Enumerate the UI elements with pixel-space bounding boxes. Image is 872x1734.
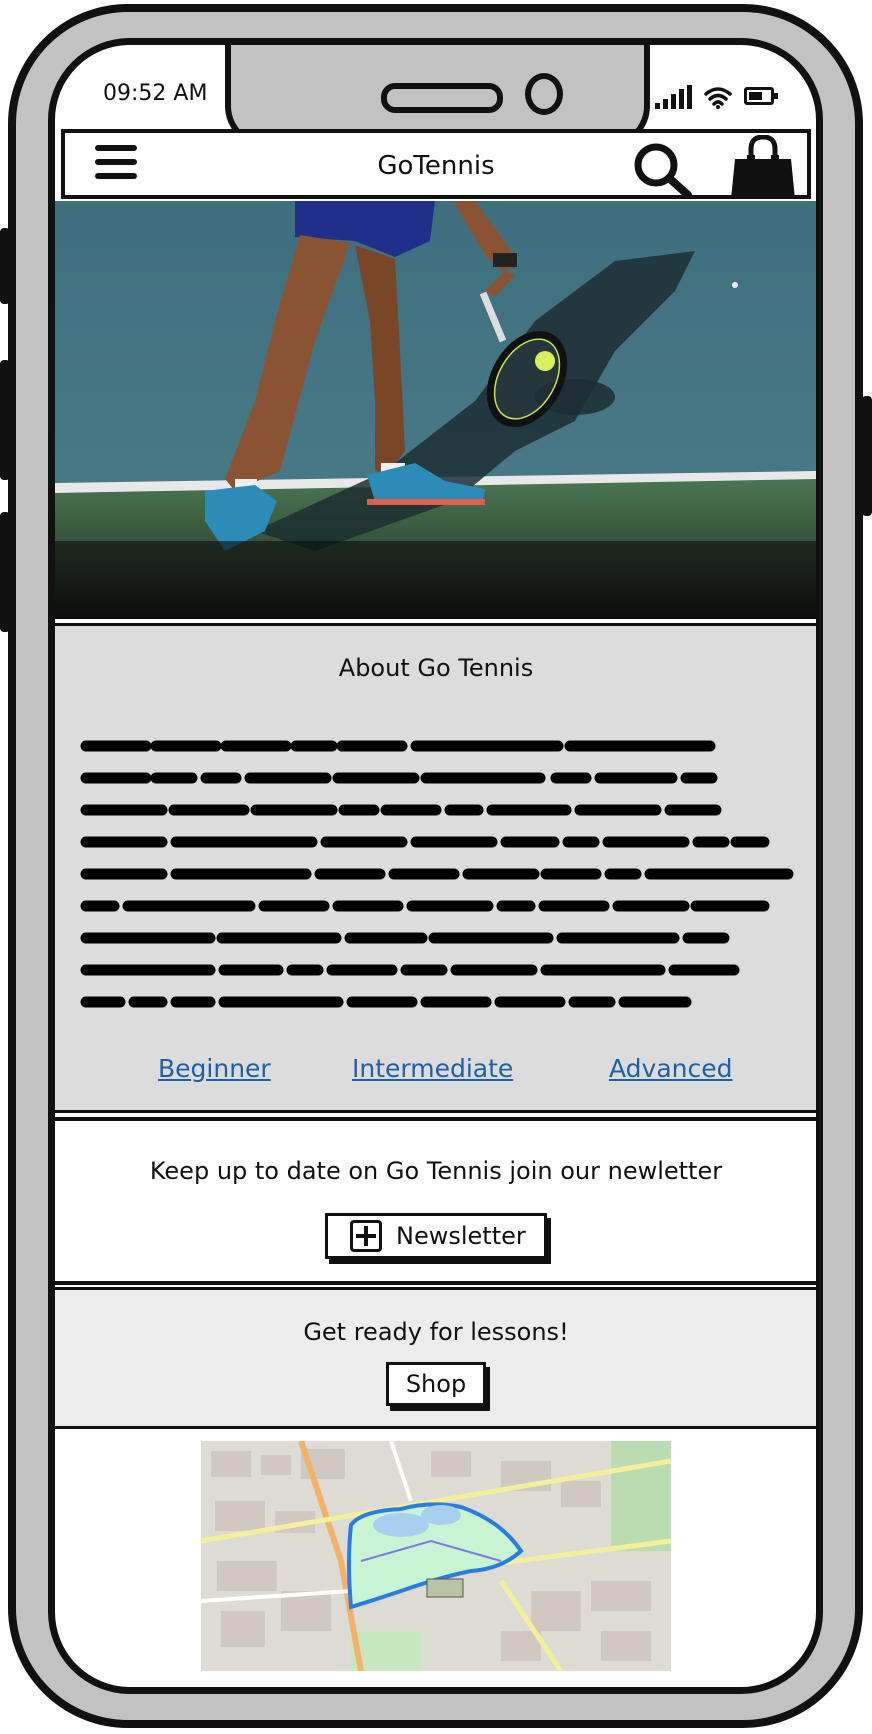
- newsletter-button[interactable]: Newsletter: [325, 1213, 547, 1259]
- battery-icon: [744, 87, 778, 105]
- top-navbar: GoTennis: [61, 129, 811, 199]
- speaker-grille: [381, 83, 503, 113]
- link-advanced[interactable]: Advanced: [609, 1054, 733, 1083]
- search-icon[interactable]: [632, 141, 694, 201]
- side-button-left-2: [0, 360, 10, 480]
- placeholder-text-block: [80, 740, 794, 1008]
- plus-icon: [350, 1220, 382, 1252]
- front-camera: [525, 73, 563, 115]
- about-section: About Go Tennis Beginner Intermediate Ad…: [55, 623, 816, 1113]
- status-time: 09:52 AM: [103, 81, 208, 106]
- signal-icon: [655, 85, 692, 109]
- newsletter-button-label: Newsletter: [396, 1222, 526, 1250]
- hamburger-menu-icon[interactable]: [95, 145, 137, 183]
- phone-screen: 09:52 AM GoTennis About Go Tennis Beginn…: [48, 38, 823, 1694]
- newsletter-section: Keep up to date on Go Tennis join our ne…: [55, 1117, 816, 1285]
- app-title: GoTennis: [377, 151, 495, 181]
- status-icons: [655, 79, 778, 109]
- link-beginner[interactable]: Beginner: [158, 1054, 271, 1083]
- lessons-text: Get ready for lessons!: [303, 1318, 569, 1346]
- link-intermediate[interactable]: Intermediate: [352, 1054, 513, 1083]
- lessons-section: Get ready for lessons! Shop: [55, 1287, 816, 1429]
- side-button-left-1: [0, 228, 10, 304]
- location-map[interactable]: [201, 1441, 671, 1671]
- newsletter-text: Keep up to date on Go Tennis join our ne…: [149, 1157, 723, 1185]
- hero-image: [55, 201, 816, 619]
- shopping-bag-icon[interactable]: [729, 135, 797, 199]
- side-button-right: [862, 396, 872, 516]
- side-button-left-3: [0, 512, 10, 632]
- shop-button[interactable]: Shop: [386, 1362, 486, 1406]
- about-title: About Go Tennis: [338, 654, 534, 682]
- wifi-icon: [704, 87, 732, 109]
